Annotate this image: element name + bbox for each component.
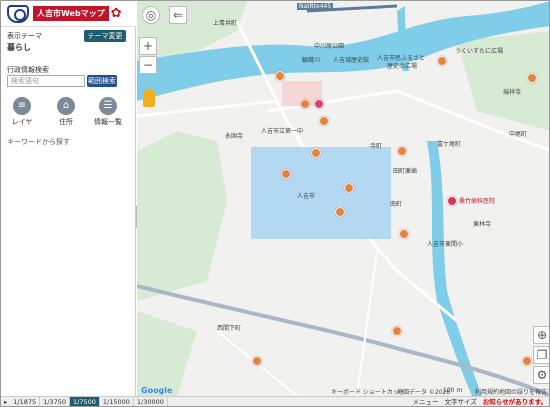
home-icon: ⌂ — [57, 97, 75, 115]
poi-marker[interactable] — [399, 229, 409, 239]
map-label: 人吉市東間小 — [427, 241, 464, 248]
street-view-pegman-icon[interactable] — [143, 89, 155, 107]
address-label: 住所 — [59, 118, 73, 126]
map-label: 中川原公園 — [314, 43, 345, 50]
route-label: NatRte445 — [297, 3, 334, 10]
app-header: 人吉市Webマップ ✿ — [1, 1, 136, 27]
map-label: うくいすたに広場 — [455, 48, 504, 55]
footer-bar: ▸ 1/1875 1/3750 1/7500 1/15000 1/30000 メ… — [1, 396, 549, 406]
map-label: 瑞祥寺 — [503, 89, 522, 96]
map-label: 上青井町 — [213, 20, 238, 27]
zoom-in-button[interactable]: + — [139, 37, 157, 55]
app-title[interactable]: 人吉市Webマップ — [33, 6, 109, 21]
map-label: 田町薬歯 — [393, 168, 418, 175]
map-label: 人吉市 — [297, 193, 316, 200]
footer-links: メニュー 文字サイズ お知らせがあります。 — [412, 397, 547, 406]
info-list-label: 情報一覧 — [94, 118, 122, 126]
side-panel: 表示テーマ 暮らし テーマ変更 ▶ 行政情報検索 検索語句 範囲検索 ≡ レイヤ… — [1, 27, 136, 396]
zoom-out-button[interactable]: − — [139, 56, 157, 74]
terms-link[interactable]: 利用規約 — [475, 387, 499, 396]
map-label: 人吉城歴史館 — [333, 57, 370, 64]
poi-marker[interactable] — [335, 207, 345, 217]
map-label: 東林寺 — [473, 221, 492, 228]
poi-marker[interactable] — [275, 71, 285, 81]
poi-marker[interactable] — [281, 169, 291, 179]
poi-marker[interactable] — [527, 73, 537, 83]
dental-clinic-marker[interactable] — [447, 196, 457, 206]
theme-label: 表示テーマ — [7, 32, 42, 40]
map-label: 南町 — [390, 201, 403, 208]
poi-marker[interactable] — [522, 356, 532, 366]
back-icon[interactable]: ⇐ — [169, 6, 187, 24]
poi-marker[interactable] — [437, 56, 447, 66]
range-search-button[interactable]: 範囲検索 — [87, 75, 117, 87]
address-button[interactable]: ⌂ 住所 — [49, 97, 83, 127]
theme-change-button[interactable]: テーマ変更 ▶ — [84, 30, 126, 52]
search-label: 行政情報検索 — [7, 66, 49, 74]
hospital-marker[interactable] — [314, 99, 324, 109]
poi-marker[interactable] — [344, 183, 354, 193]
map-label: 歴史の広場 — [387, 63, 418, 70]
theme-value: 暮らし — [7, 43, 31, 52]
map-label: 観蔵川 — [302, 57, 321, 64]
font-size-link[interactable]: 文字サイズ — [444, 397, 476, 406]
layers-toggle-icon[interactable]: ❐ — [533, 346, 549, 364]
map-canvas[interactable]: ◎ ⇐ + − ⊕ ❐ ⚙ NatRte445 上青井町 中川原公園 観蔵川 人… — [137, 1, 549, 396]
map-label: 永国寺 — [225, 133, 244, 140]
map-label: 中尾町 — [509, 131, 528, 138]
scale-option[interactable]: 1/1875 — [10, 397, 41, 406]
poi-marker[interactable] — [311, 148, 321, 158]
poi-marker[interactable] — [252, 356, 262, 366]
crosshair-icon[interactable]: ⊕ — [533, 326, 549, 344]
web-map-app: 人吉市Webマップ ✿ 表示テーマ 暮らし テーマ変更 ▶ 行政情報検索 検索語… — [0, 0, 550, 407]
city-logo-icon — [7, 4, 29, 23]
poi-marker[interactable] — [392, 326, 402, 336]
info-list-button[interactable]: ☰ 情報一覧 — [91, 97, 125, 127]
map-label: 人吉市立第一中 — [261, 128, 304, 135]
scale-option-active[interactable]: 1/7500 — [70, 397, 100, 406]
poi-marker[interactable] — [319, 116, 329, 126]
map-label: 寺町 — [370, 143, 383, 150]
menu-link[interactable]: メニュー — [412, 397, 438, 406]
search-input[interactable]: 検索語句 — [7, 75, 85, 87]
poi-marker[interactable] — [397, 146, 407, 156]
list-icon: ☰ — [99, 97, 117, 115]
scale-text: 100 m — [443, 387, 463, 394]
settings-icon[interactable]: ⚙ — [533, 366, 549, 384]
rotate-control-icon[interactable]: ◎ — [142, 6, 160, 24]
notice-link[interactable]: お知らせがあります。 — [483, 397, 547, 406]
map-label: 西間下町 — [217, 325, 242, 332]
keyboard-shortcut-link[interactable]: キーボード ショートカット — [331, 387, 405, 396]
layer-icon: ≡ — [13, 97, 31, 115]
flower-logo-icon: ✿ — [110, 6, 122, 21]
keyword-search-hint[interactable]: キーワードから探す — [7, 137, 70, 147]
layer-button[interactable]: ≡ レイヤ — [5, 97, 39, 127]
layer-label: レイヤ — [11, 118, 33, 126]
scale-prefix: ▸ — [4, 398, 8, 406]
map-label: 桑竹歯科医院 — [459, 198, 496, 205]
scale-option[interactable]: 1/15000 — [100, 397, 134, 406]
map-label: 富ケ尾町 — [437, 141, 462, 148]
report-error-link[interactable]: 地図の誤りを報告する — [499, 387, 549, 396]
poi-marker[interactable] — [300, 99, 310, 109]
google-logo: Google — [141, 386, 173, 395]
scale-option[interactable]: 1/30000 — [134, 397, 168, 406]
scale-option[interactable]: 1/3750 — [40, 397, 71, 406]
